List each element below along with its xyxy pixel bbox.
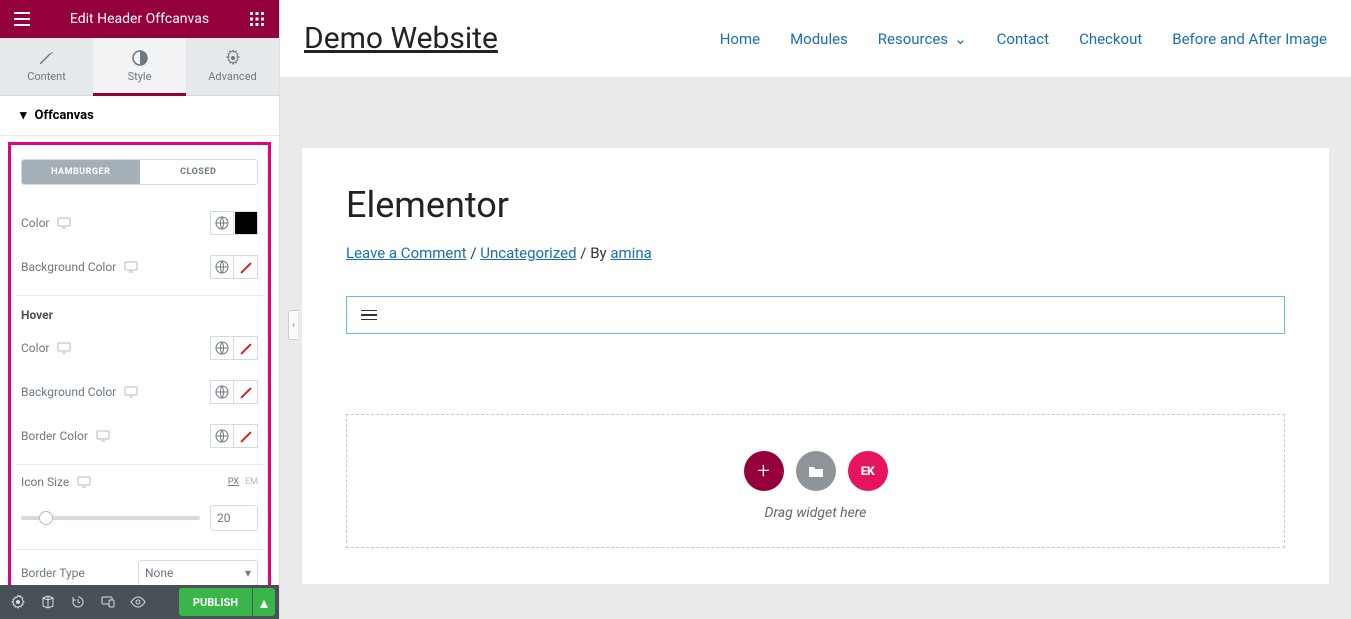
sidebar-title: Edit Header Offcanvas (34, 11, 245, 27)
responsive-icon[interactable] (57, 342, 71, 354)
page-content: Elementor Leave a Comment / Uncategorize… (302, 148, 1329, 584)
color-swatch-none[interactable] (234, 380, 258, 404)
iconsize-slider-row (15, 499, 264, 543)
responsive-icon[interactable] (124, 261, 138, 273)
elementskit-button[interactable]: EK (848, 451, 888, 491)
sidebar-header: Edit Header Offcanvas (0, 0, 279, 38)
tab-style[interactable]: Style (93, 38, 186, 95)
publish-button[interactable]: PUBLISH (179, 588, 252, 616)
panel-body: HAMBURGER CLOSED Color Background Color (0, 136, 279, 585)
control-hover-bordercolor: Border Color (15, 414, 264, 458)
iconsize-input[interactable] (210, 505, 258, 531)
control-hover-bgcolor: Background Color (15, 370, 264, 414)
global-color-icon[interactable] (210, 211, 234, 235)
preview-icon[interactable] (124, 588, 152, 616)
post-meta: Leave a Comment / Uncategorized / By ami… (346, 244, 1285, 262)
dropzone-label: Drag widget here (347, 505, 1284, 521)
settings-icon[interactable] (4, 588, 32, 616)
global-color-icon[interactable] (210, 336, 234, 360)
hamburger-icon[interactable] (361, 310, 377, 321)
offcanvas-widget[interactable] (346, 296, 1285, 334)
leave-comment-link[interactable]: Leave a Comment (346, 244, 467, 262)
page-title: Elementor (346, 184, 1285, 226)
color-swatch-none[interactable] (234, 424, 258, 448)
widgets-grid-icon[interactable] (245, 12, 269, 26)
control-iconsize: Icon Size PX EM (15, 464, 264, 499)
global-color-icon[interactable] (210, 255, 234, 279)
hover-subheading: Hover (15, 295, 264, 326)
nav-modules[interactable]: Modules (790, 30, 848, 48)
style-controls-highlight: HAMBURGER CLOSED Color Background Color (8, 142, 271, 585)
iconsize-slider[interactable] (21, 516, 200, 520)
nav-checkout[interactable]: Checkout (1079, 30, 1142, 48)
control-bordertype: Border Type None ▾ (15, 549, 264, 585)
primary-nav: Home Modules Resources ⌄ Contact Checkou… (720, 30, 1327, 48)
author-link[interactable]: amina (610, 244, 651, 262)
menu-icon[interactable] (10, 12, 34, 26)
caret-down-icon: ▾ (20, 108, 27, 123)
sidebar-footer: PUBLISH ▴ (0, 585, 279, 619)
unit-em[interactable]: EM (245, 477, 258, 487)
tab-advanced[interactable]: Advanced (186, 38, 279, 95)
toggle-hamburger[interactable]: HAMBURGER (22, 160, 140, 184)
nav-before-after[interactable]: Before and After Image (1172, 30, 1327, 48)
responsive-icon[interactable] (96, 430, 110, 442)
global-color-icon[interactable] (210, 380, 234, 404)
tab-content[interactable]: Content (0, 38, 93, 95)
chevron-down-icon: ⌄ (954, 30, 967, 48)
responsive-icon[interactable] (124, 386, 138, 398)
state-toggle: HAMBURGER CLOSED (21, 159, 258, 185)
nav-resources[interactable]: Resources ⌄ (878, 30, 967, 48)
toggle-closed[interactable]: CLOSED (140, 160, 258, 184)
responsive-icon[interactable] (57, 217, 71, 229)
publish-options[interactable]: ▴ (253, 588, 275, 616)
control-hover-color: Color (15, 326, 264, 370)
color-swatch-none[interactable] (234, 336, 258, 360)
panel-resize-grip[interactable]: ‹ (288, 310, 298, 340)
history-icon[interactable] (64, 588, 92, 616)
responsive-icon[interactable] (77, 476, 91, 488)
color-swatch-none[interactable] (234, 255, 258, 279)
chevron-down-icon: ▾ (245, 566, 251, 580)
control-color: Color (15, 201, 264, 245)
category-link[interactable]: Uncategorized (480, 244, 576, 262)
unit-px[interactable]: PX (228, 477, 239, 487)
navigator-icon[interactable] (34, 588, 62, 616)
panel-tabs: Content Style Advanced (0, 38, 279, 96)
nav-home[interactable]: Home (720, 30, 760, 48)
control-bgcolor: Background Color (15, 245, 264, 289)
add-section-dropzone[interactable]: + EK Drag widget here (346, 414, 1285, 548)
add-section-button[interactable]: + (744, 451, 784, 491)
preview-area: ‹ Demo Website Home Modules Resources ⌄ … (280, 0, 1351, 619)
responsive-mode-icon[interactable] (94, 588, 122, 616)
site-header: Demo Website Home Modules Resources ⌄ Co… (280, 0, 1351, 78)
color-swatch[interactable] (234, 211, 258, 235)
section-offcanvas[interactable]: ▾ Offcanvas (0, 96, 279, 136)
nav-contact[interactable]: Contact (997, 30, 1049, 48)
template-library-button[interactable] (796, 451, 836, 491)
bordertype-select[interactable]: None ▾ (138, 560, 258, 585)
global-color-icon[interactable] (210, 424, 234, 448)
site-logo[interactable]: Demo Website (304, 21, 498, 56)
editor-sidebar: Edit Header Offcanvas Content Style Adva… (0, 0, 280, 619)
